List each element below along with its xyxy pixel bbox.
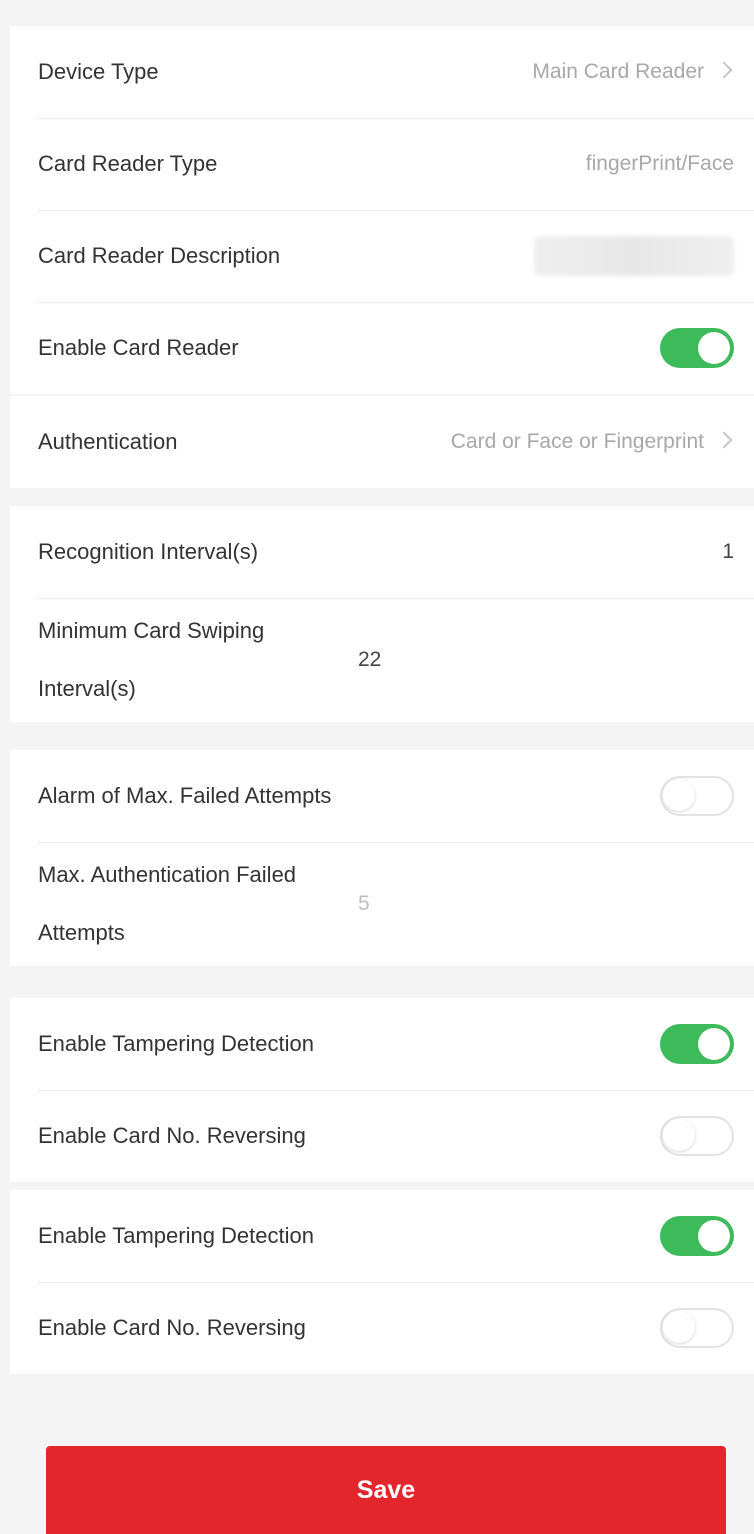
tampering-group-2: Enable Tampering Detection Enable Card N… — [10, 1190, 754, 1374]
device-group: Device Type Main Card Reader Card Reader… — [10, 26, 754, 394]
card-no-reversing-row-2: Enable Card No. Reversing — [10, 1282, 754, 1374]
toggle-knob — [698, 1220, 730, 1252]
enable-card-reader-toggle[interactable] — [660, 328, 734, 368]
toggle-knob — [663, 779, 695, 811]
card-reader-description-value-redacted[interactable] — [534, 236, 734, 276]
chevron-right-icon — [715, 431, 733, 449]
tampering-row-2: Enable Tampering Detection — [10, 1190, 754, 1282]
enable-card-reader-label: Enable Card Reader — [38, 335, 239, 360]
alarm-group: Alarm of Max. Failed Attempts Max. Authe… — [10, 750, 754, 966]
card-no-reversing-label: Enable Card No. Reversing — [38, 1123, 306, 1148]
min-swipe-interval-value[interactable]: 22 — [358, 648, 381, 672]
card-reader-description-label: Card Reader Description — [38, 243, 281, 268]
card-reader-type-value: fingerPrint/Face — [585, 152, 734, 175]
device-type-label: Device Type — [38, 59, 159, 84]
toggle-knob — [698, 1028, 730, 1060]
tampering-toggle[interactable] — [660, 1216, 734, 1256]
max-failed-label: Max. Authentication Failed Attempts — [38, 862, 297, 945]
save-button[interactable]: Save — [46, 1446, 726, 1534]
authentication-value: Card or Face or Fingerprint — [450, 430, 704, 453]
card-reader-type-label: Card Reader Type — [38, 151, 218, 176]
card-no-reversing-label: Enable Card No. Reversing — [38, 1315, 306, 1340]
tampering-label: Enable Tampering Detection — [38, 1031, 314, 1056]
authentication-group: Authentication Card or Face or Fingerpri… — [10, 396, 754, 488]
card-no-reversing-row-1: Enable Card No. Reversing — [10, 1090, 754, 1182]
tampering-toggle[interactable] — [660, 1024, 734, 1064]
tampering-row-1: Enable Tampering Detection — [10, 998, 754, 1090]
card-no-reversing-toggle[interactable] — [660, 1116, 734, 1156]
max-failed-row[interactable]: Max. Authentication Failed Attempts 5 — [10, 842, 754, 966]
recognition-interval-value[interactable]: 1 — [722, 540, 734, 564]
tampering-group-1: Enable Tampering Detection Enable Card N… — [10, 998, 754, 1182]
chevron-right-icon — [715, 61, 733, 79]
device-type-row[interactable]: Device Type Main Card Reader — [10, 26, 754, 118]
card-reader-settings-screen: Device Type Main Card Reader Card Reader… — [0, 0, 754, 1534]
enable-card-reader-row: Enable Card Reader — [10, 302, 754, 394]
alarm-failed-label: Alarm of Max. Failed Attempts — [38, 783, 332, 808]
authentication-label: Authentication — [38, 429, 178, 454]
authentication-row[interactable]: Authentication Card or Face or Fingerpri… — [10, 396, 754, 488]
device-type-value: Main Card Reader — [532, 60, 704, 83]
alarm-failed-toggle[interactable] — [660, 776, 734, 816]
intervals-group: Recognition Interval(s) 1 Minimum Card S… — [10, 506, 754, 722]
max-failed-value[interactable]: 5 — [358, 892, 370, 916]
card-no-reversing-toggle[interactable] — [660, 1308, 734, 1348]
tampering-label: Enable Tampering Detection — [38, 1223, 314, 1248]
recognition-interval-row[interactable]: Recognition Interval(s) 1 — [10, 506, 754, 598]
card-reader-description-row[interactable]: Card Reader Description — [10, 210, 754, 302]
min-swipe-interval-label: Minimum Card Swiping Interval(s) — [38, 618, 265, 701]
min-swipe-interval-row[interactable]: Minimum Card Swiping Interval(s) 22 — [10, 598, 754, 722]
toggle-knob — [698, 332, 730, 364]
recognition-interval-label: Recognition Interval(s) — [38, 539, 259, 564]
alarm-failed-row: Alarm of Max. Failed Attempts — [10, 750, 754, 842]
card-reader-type-row: Card Reader Type fingerPrint/Face — [10, 118, 754, 210]
toggle-knob — [663, 1119, 695, 1151]
toggle-knob — [663, 1311, 695, 1343]
